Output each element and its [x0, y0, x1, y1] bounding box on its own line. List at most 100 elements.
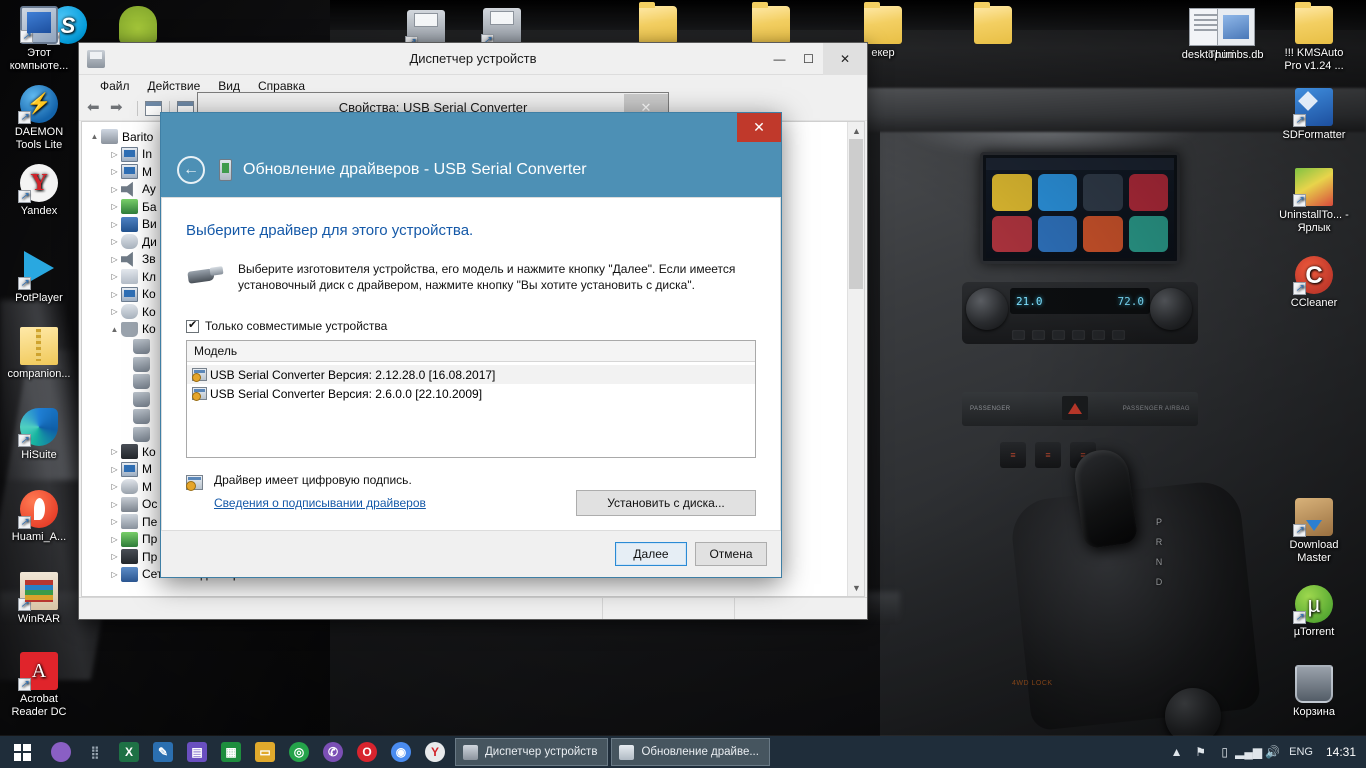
taskbar-icon-excel[interactable]: X	[112, 736, 146, 768]
wizard-titlebar[interactable]: ✕	[161, 113, 781, 143]
wizard-close-button[interactable]: ✕	[737, 113, 781, 142]
desktop-icon-winrar[interactable]: ↗ WinRAR	[1, 572, 77, 626]
menu-file[interactable]: Файл	[91, 77, 139, 95]
desktop-icon-android[interactable]	[100, 6, 176, 47]
taskbar-icon-explorer[interactable]: ▭	[248, 736, 282, 768]
wizard-intro: Выберите изготовителя устройства, его мо…	[186, 261, 756, 293]
network-signal-icon[interactable]: ▂▄▆	[1241, 745, 1256, 760]
desktop-icon-label: µTorrent	[1276, 626, 1352, 639]
window-title: Диспетчер устройств	[79, 51, 867, 66]
checkbox-icon[interactable]	[186, 320, 199, 333]
taskbar-task-device-manager[interactable]: Диспетчер устройств	[455, 738, 608, 766]
desktop-icon-label: Acrobat Reader DC	[1, 693, 77, 719]
folder-icon	[752, 6, 790, 44]
desktop-icon-kmsauto[interactable]: !!! KMSAuto Pro v1.24 ...	[1276, 6, 1352, 73]
taskbar-icon-whatsapp[interactable]: ◎	[282, 736, 316, 768]
volume-icon[interactable]: 🔊	[1265, 745, 1280, 760]
desktop-icon-ccleaner[interactable]: ↗ CCleaner	[1276, 256, 1352, 310]
desktop-icon-label: Корзина	[1276, 706, 1352, 719]
signature-note: Драйвер имеет цифровую подпись.	[214, 473, 412, 487]
driver-list-item-label: USB Serial Converter Версия: 2.12.28.0 […	[210, 368, 495, 382]
desktop-icon-folder-2[interactable]	[733, 6, 809, 47]
back-arrow-icon[interactable]: ←	[177, 156, 205, 184]
clock[interactable]: 14:31	[1322, 745, 1356, 759]
desktop-icon-label: !!! KMSAuto Pro v1.24 ...	[1276, 47, 1352, 73]
flag-icon[interactable]: ⚑	[1193, 745, 1208, 760]
desktop-icon-thumbs-db[interactable]: Thumbs.db	[1198, 8, 1274, 62]
desktop-icon-yandex[interactable]: ↗ Yandex	[1, 164, 77, 218]
desktop-icon-label: SDFormatter	[1276, 129, 1352, 142]
signature-info-link[interactable]: Сведения о подписывании драйверов	[214, 496, 426, 510]
spreadsheet-icon: ▦	[221, 742, 241, 762]
start-button[interactable]	[0, 736, 44, 768]
scrollbar-thumb[interactable]	[849, 139, 863, 289]
taskbar-icon-calculator[interactable]: ▤	[180, 736, 214, 768]
taskbar-icon-opera[interactable]: O	[350, 736, 384, 768]
driver-list-item[interactable]: USB Serial Converter Версия: 2.12.28.0 […	[187, 365, 755, 384]
forward-icon[interactable]: ➡	[110, 100, 130, 118]
desktop-icon-folder-4[interactable]	[955, 6, 1031, 47]
desktop-icon-this-pc[interactable]: ↗ Этот компьюте...	[1, 6, 77, 73]
desktop-icon-recycle-bin[interactable]: Корзина	[1276, 665, 1352, 719]
back-icon[interactable]: ⬅	[87, 100, 107, 118]
desktop-icon-acrobat[interactable]: ↗ Acrobat Reader DC	[1, 652, 77, 719]
usb-device-icon[interactable]: ▯	[1217, 745, 1232, 760]
desktop-icon-utorrent[interactable]: ↗ µTorrent	[1276, 585, 1352, 639]
signed-driver-icon	[192, 387, 207, 400]
minimize-button[interactable]: —	[765, 43, 794, 75]
screen: 21.072.0 PASSENGERPASSENGER AIRBAG ≡≡≡ P…	[0, 0, 1366, 768]
system-tray[interactable]: ▲ ⚑ ▯ ▂▄▆ 🔊 ENG 14:31	[1169, 745, 1366, 760]
desktop-icon-companion[interactable]: companion...	[1, 327, 77, 381]
desktop-icon-folder-1[interactable]	[620, 6, 696, 47]
expander-icon[interactable]: ▲	[88, 132, 101, 141]
desktop-icon-sdformatter[interactable]: ↗ SDFormatter	[1276, 88, 1352, 142]
computer-icon: ↗	[20, 6, 58, 44]
taskbar-icon-task-view[interactable]: ⣿	[78, 736, 112, 768]
desktop-icon-uninstall-tool[interactable]: ↗ UninstallTo... - Ярлык	[1276, 168, 1352, 235]
cancel-button[interactable]: Отмена	[695, 542, 767, 566]
driver-model-list[interactable]: Модель USB Serial Converter Версия: 2.12…	[186, 340, 756, 458]
wizard-footer: Далее Отмена	[161, 531, 781, 577]
driver-list-item[interactable]: USB Serial Converter Версия: 2.6.0.0 [22…	[187, 384, 755, 403]
usb-connector-icon	[186, 261, 224, 289]
device-manager-titlebar[interactable]: Диспетчер устройств — ☐ ✕	[79, 43, 867, 75]
calculator-icon: ▤	[187, 742, 207, 762]
taskbar-icon-viber[interactable]: ✆	[316, 736, 350, 768]
maximize-button[interactable]: ☐	[794, 43, 823, 75]
desktop-icon-daemon-tools[interactable]: ↗ DAEMON Tools Lite	[1, 85, 77, 152]
show-hidden-icons-button[interactable]: ▲	[1169, 745, 1184, 760]
desktop-icon-download-master[interactable]: ↗ Download Master	[1276, 498, 1352, 565]
desktop-icon-potplayer[interactable]: ↗ PotPlayer	[1, 245, 77, 305]
taskbar-icon-cortana[interactable]	[44, 736, 78, 768]
scroll-up-icon[interactable]: ▲	[848, 122, 865, 139]
scroll-down-icon[interactable]: ▼	[848, 579, 865, 596]
sdformatter-icon: ↗	[1295, 88, 1333, 126]
close-button[interactable]: ✕	[823, 43, 867, 75]
language-indicator[interactable]: ENG	[1289, 746, 1313, 758]
compatible-devices-checkbox[interactable]: Только совместимые устройства	[186, 319, 756, 333]
taskbar-icon-yandex[interactable]: Y	[418, 736, 452, 768]
driver-update-icon	[619, 745, 634, 760]
taskbar-icon-spreadsheet[interactable]: ▦	[214, 736, 248, 768]
thumbs-db-icon	[1217, 8, 1255, 46]
next-button[interactable]: Далее	[615, 542, 687, 566]
acrobat-reader-icon: ↗	[20, 652, 58, 690]
have-disk-button[interactable]: Установить с диска...	[576, 490, 756, 516]
update-driver-wizard[interactable]: ✕ ← Обновление драйверов - USB Serial Co…	[160, 112, 782, 578]
wizard-heading: Выберите драйвер для этого устройства.	[186, 222, 756, 239]
opera-icon: O	[357, 742, 377, 762]
taskbar[interactable]: ⣿ X ✎ ▤ ▦ ▭ ◎ ✆ O ◉ Y Диспетчер устройст…	[0, 736, 1366, 768]
taskbar-icon-chrome[interactable]: ◉	[384, 736, 418, 768]
checkbox-label: Только совместимые устройства	[205, 319, 387, 333]
desktop-icon-huami[interactable]: ↗ Huami_A...	[1, 490, 77, 544]
viber-icon: ✆	[323, 742, 343, 762]
tree-scrollbar[interactable]: ▲ ▼	[847, 122, 864, 596]
status-segment-2	[603, 598, 735, 619]
column-header-model: Модель	[194, 344, 237, 358]
desktop-icon-hisuite[interactable]: ↗ HiSuite	[1, 408, 77, 462]
taskbar-task-driver-update[interactable]: Обновление драйве...	[611, 738, 769, 766]
desktop-icon-label: UninstallTo... - Ярлык	[1276, 209, 1352, 235]
uninstall-tool-icon: ↗	[1295, 168, 1333, 206]
taskbar-icon-paint[interactable]: ✎	[146, 736, 180, 768]
list-column-header[interactable]: Модель	[187, 341, 755, 362]
